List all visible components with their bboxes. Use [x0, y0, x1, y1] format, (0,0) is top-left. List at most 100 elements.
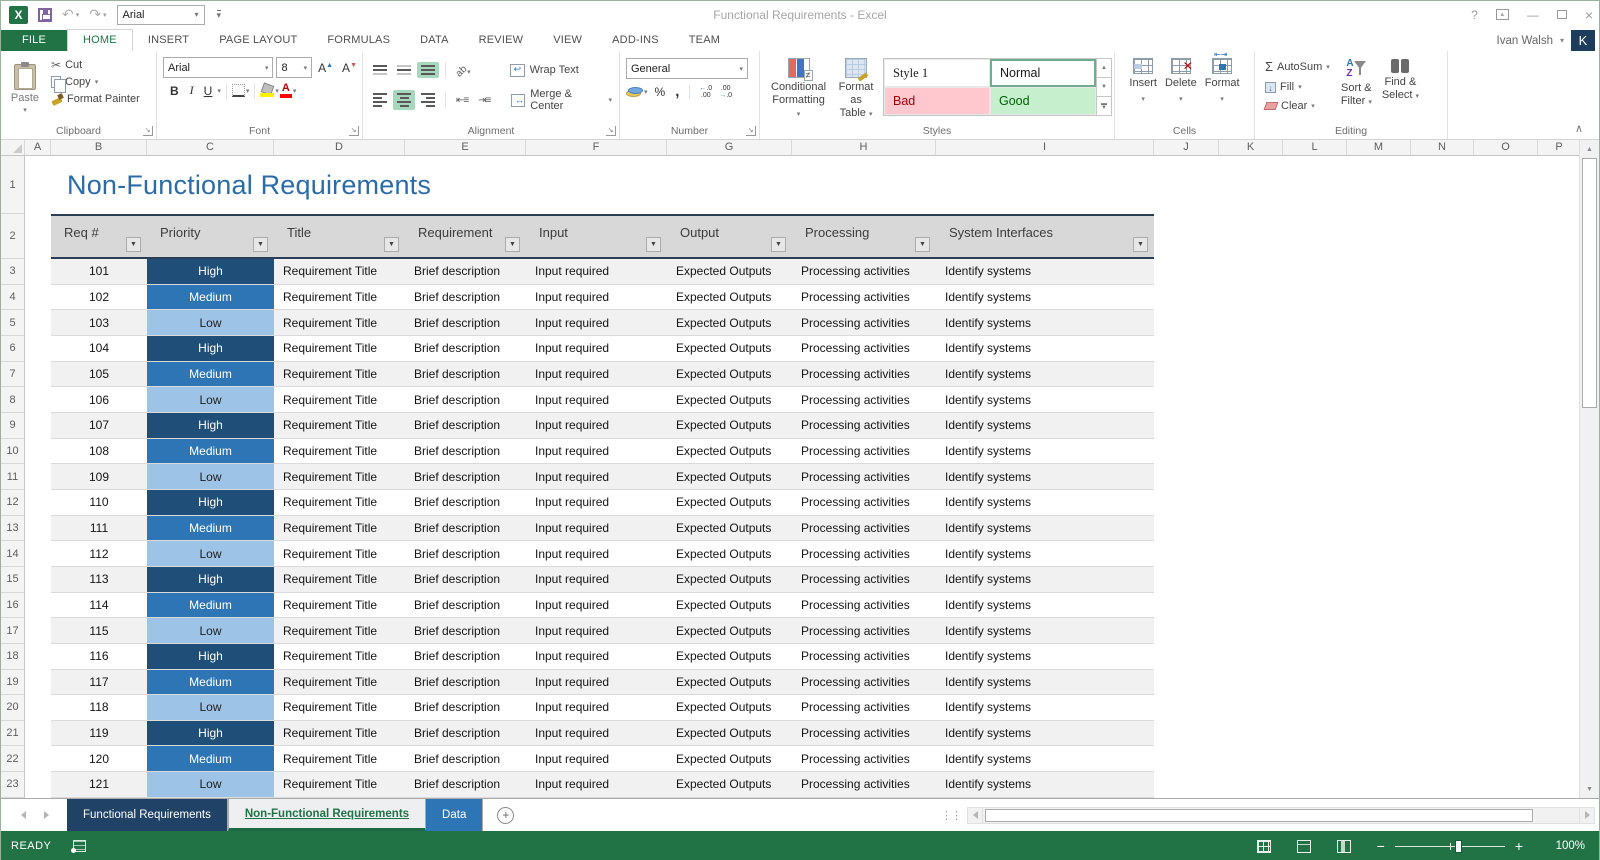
priority-cell[interactable]: Medium — [147, 516, 274, 541]
filter-button[interactable]: ▼ — [384, 237, 399, 252]
filter-button[interactable]: ▼ — [915, 237, 930, 252]
output-cell[interactable]: Expected Outputs — [667, 593, 792, 618]
interfaces-cell[interactable]: Identify systems — [936, 285, 1154, 310]
input-cell[interactable]: Input required — [526, 362, 667, 387]
shrink-font-button[interactable]: A▼ — [339, 61, 360, 75]
decrease-decimal-button[interactable]: .00→.0 — [717, 84, 734, 100]
requirement-cell[interactable]: Brief description — [405, 772, 526, 797]
requirement-cell[interactable]: Brief description — [405, 387, 526, 412]
paste-button[interactable]: Paste ▾ — [3, 55, 47, 123]
req-cell[interactable]: 104 — [51, 336, 147, 361]
gallery-item-normal[interactable]: Normal — [990, 59, 1096, 87]
input-cell[interactable]: Input required — [526, 567, 667, 592]
interfaces-cell[interactable]: Identify systems — [936, 772, 1154, 797]
row-number-22[interactable]: 22 — [1, 746, 24, 772]
zoom-slider-thumb[interactable] — [1455, 840, 1462, 853]
interfaces-cell[interactable]: Identify systems — [936, 413, 1154, 438]
format-cells-button[interactable]: Format ▾ — [1202, 56, 1243, 123]
output-cell[interactable]: Expected Outputs — [667, 490, 792, 515]
align-bottom-button[interactable] — [417, 62, 439, 78]
row-number-15[interactable]: 15 — [1, 567, 24, 593]
interfaces-cell[interactable]: Identify systems — [936, 259, 1154, 284]
column-header-i[interactable]: I — [936, 140, 1154, 155]
zoom-in-button[interactable]: + — [1515, 840, 1523, 852]
input-cell[interactable]: Input required — [526, 285, 667, 310]
help-button[interactable]: ? — [1471, 8, 1478, 22]
interfaces-cell[interactable]: Identify systems — [936, 644, 1154, 669]
increase-indent-button[interactable]: ⇥≡ — [474, 92, 494, 109]
output-cell[interactable]: Expected Outputs — [667, 387, 792, 412]
priority-cell[interactable]: Medium — [147, 285, 274, 310]
input-cell[interactable]: Input required — [526, 618, 667, 643]
requirement-cell[interactable]: Brief description — [405, 746, 526, 771]
v-scrollbar[interactable]: ▲ ▼ — [1579, 140, 1599, 798]
filter-button[interactable]: ▼ — [646, 237, 661, 252]
title-cell[interactable]: Requirement Title — [274, 746, 405, 771]
output-cell[interactable]: Expected Outputs — [667, 310, 792, 335]
column-header-d[interactable]: D — [274, 140, 405, 155]
copy-button[interactable]: Copy▾ — [47, 74, 144, 90]
view-page-layout-button[interactable] — [1297, 840, 1311, 853]
wrap-text-button[interactable]: Wrap Text — [505, 62, 584, 79]
output-cell[interactable]: Expected Outputs — [667, 567, 792, 592]
priority-cell[interactable]: Medium — [147, 362, 274, 387]
processing-cell[interactable]: Processing activities — [792, 593, 936, 618]
output-cell[interactable]: Expected Outputs — [667, 259, 792, 284]
input-cell[interactable]: Input required — [526, 721, 667, 746]
title-cell[interactable]: Requirement Title — [274, 464, 405, 489]
interfaces-cell[interactable]: Identify systems — [936, 464, 1154, 489]
output-cell[interactable]: Expected Outputs — [667, 516, 792, 541]
zoom-slider[interactable] — [1395, 846, 1505, 847]
filter-button[interactable]: ▼ — [505, 237, 520, 252]
align-right-button[interactable] — [417, 90, 439, 110]
align-left-button[interactable] — [369, 90, 391, 110]
grow-font-button[interactable]: A▲ — [315, 61, 336, 75]
row-number-16[interactable]: 16 — [1, 593, 24, 619]
interfaces-cell[interactable]: Identify systems — [936, 516, 1154, 541]
row-number-1[interactable]: 1 — [1, 156, 24, 214]
view-normal-button[interactable] — [1257, 840, 1271, 853]
requirement-cell[interactable]: Brief description — [405, 721, 526, 746]
title-cell[interactable]: Requirement Title — [274, 310, 405, 335]
input-cell[interactable]: Input required — [526, 439, 667, 464]
interfaces-cell[interactable]: Identify systems — [936, 618, 1154, 643]
title-cell[interactable]: Requirement Title — [274, 285, 405, 310]
increase-decimal-button[interactable]: ←.0.00 — [697, 84, 714, 100]
title-cell[interactable]: Requirement Title — [274, 541, 405, 566]
ribbon-collapse-button[interactable]: ∧ — [1575, 122, 1583, 135]
processing-cell[interactable]: Processing activities — [792, 644, 936, 669]
interfaces-cell[interactable]: Identify systems — [936, 567, 1154, 592]
column-header-o[interactable]: O — [1474, 140, 1538, 155]
req-cell[interactable]: 105 — [51, 362, 147, 387]
filter-button[interactable]: ▼ — [1133, 237, 1148, 252]
input-cell[interactable]: Input required — [526, 516, 667, 541]
processing-cell[interactable]: Processing activities — [792, 336, 936, 361]
req-cell[interactable]: 119 — [51, 721, 147, 746]
title-cell[interactable]: Requirement Title — [274, 695, 405, 720]
zoom-out-button[interactable]: − — [1377, 840, 1385, 852]
percent-style-button[interactable]: % — [651, 85, 670, 99]
processing-cell[interactable]: Processing activities — [792, 439, 936, 464]
interfaces-cell[interactable]: Identify systems — [936, 490, 1154, 515]
input-cell[interactable]: Input required — [526, 413, 667, 438]
priority-cell[interactable]: High — [147, 721, 274, 746]
priority-cell[interactable]: High — [147, 644, 274, 669]
title-cell[interactable]: Requirement Title — [274, 490, 405, 515]
priority-cell[interactable]: Low — [147, 387, 274, 412]
format-painter-button[interactable]: Format Painter — [47, 91, 144, 107]
input-cell[interactable]: Input required — [526, 772, 667, 797]
gallery-more-button[interactable]: ▬▼ — [1097, 97, 1111, 115]
requirement-cell[interactable]: Brief description — [405, 285, 526, 310]
requirement-cell[interactable]: Brief description — [405, 670, 526, 695]
processing-cell[interactable]: Processing activities — [792, 567, 936, 592]
macro-record-button[interactable] — [73, 840, 86, 852]
column-header-h[interactable]: H — [792, 140, 936, 155]
processing-cell[interactable]: Processing activities — [792, 772, 936, 797]
excel-app-icon[interactable]: X — [9, 6, 28, 24]
output-cell[interactable]: Expected Outputs — [667, 618, 792, 643]
interfaces-cell[interactable]: Identify systems — [936, 387, 1154, 412]
ribbon-tab-team[interactable]: TEAM — [674, 30, 735, 51]
requirement-cell[interactable]: Brief description — [405, 490, 526, 515]
row-number-20[interactable]: 20 — [1, 695, 24, 721]
title-cell[interactable]: Requirement Title — [274, 516, 405, 541]
